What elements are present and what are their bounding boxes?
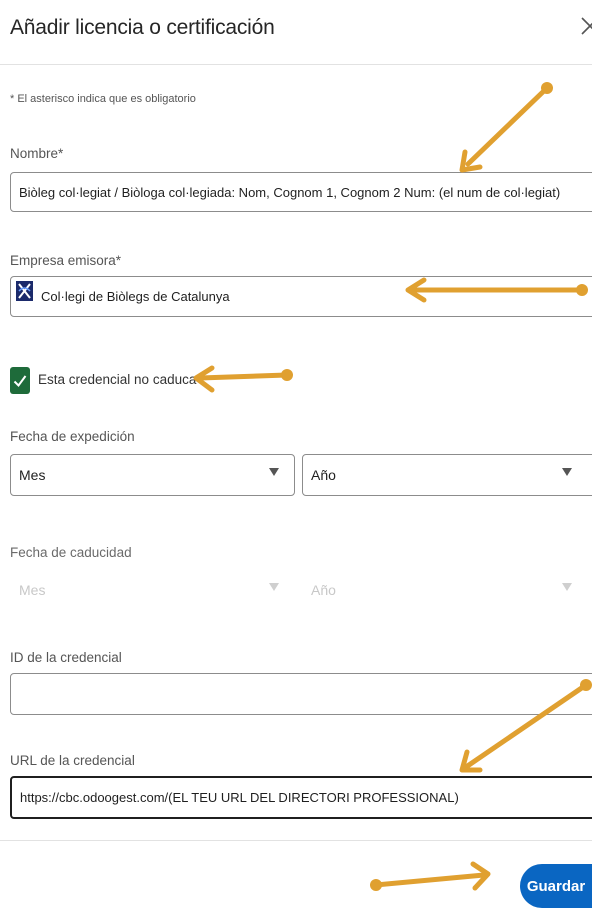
credential-url-label: URL de la credencial xyxy=(10,753,135,768)
credential-id-label: ID de la credencial xyxy=(10,650,122,665)
required-note: * El asterisco indica que es obligatorio xyxy=(10,93,196,105)
expiry-year-select: Año xyxy=(302,569,592,611)
issuer-input-value: Col·legi de Biòlegs de Catalunya xyxy=(41,289,230,304)
arrow-to-no-expiry-checkbox xyxy=(193,365,290,393)
issue-month-select[interactable]: Mes xyxy=(10,454,295,496)
arrow-tail-dot xyxy=(541,82,553,94)
header-divider xyxy=(0,64,592,65)
issuer-logo-icon xyxy=(16,281,33,301)
credential-id-input[interactable] xyxy=(10,673,592,715)
name-input[interactable]: Biòleg col·legiat / Biòloga col·legiada:… xyxy=(10,172,592,212)
issue-year-select[interactable]: Año xyxy=(302,454,592,496)
name-label: Nombre* xyxy=(10,146,64,161)
name-input-value: Biòleg col·legiat / Biòloga col·legiada:… xyxy=(19,184,561,200)
issuer-label: Empresa emisora* xyxy=(10,253,122,268)
issue-year-value: Año xyxy=(311,467,336,483)
expiry-year-value: Año xyxy=(311,582,336,598)
close-icon xyxy=(581,17,592,35)
expiry-date-label: Fecha de caducidad xyxy=(10,545,132,560)
caret-down-icon xyxy=(269,468,279,476)
no-expiry-label[interactable]: Esta credencial no caduca xyxy=(38,372,196,387)
arrow-to-name-field xyxy=(459,85,550,173)
arrow-to-save-button xyxy=(373,861,491,891)
issue-date-label: Fecha de expedición xyxy=(10,429,135,444)
dialog-title: Añadir licencia o certificación xyxy=(10,16,275,39)
issue-month-value: Mes xyxy=(19,467,46,483)
credential-url-value: https://cbc.odoogest.com/(EL TEU URL DEL… xyxy=(20,790,459,805)
no-expiry-checkbox[interactable] xyxy=(10,367,30,394)
expiry-month-select: Mes xyxy=(10,569,295,611)
caret-down-icon xyxy=(562,468,572,476)
caret-down-icon xyxy=(269,583,279,591)
checkmark-icon xyxy=(13,374,27,387)
caret-down-icon xyxy=(562,583,572,591)
footer-divider xyxy=(0,840,592,841)
arrow-tail-dot xyxy=(370,879,382,891)
issuer-input[interactable]: Col·legi de Biòlegs de Catalunya xyxy=(10,276,592,317)
close-button[interactable] xyxy=(578,14,592,38)
expiry-month-value: Mes xyxy=(19,582,46,598)
save-button[interactable]: Guardar xyxy=(520,864,592,908)
credential-url-input[interactable]: https://cbc.odoogest.com/(EL TEU URL DEL… xyxy=(10,776,592,819)
arrow-tail-dot xyxy=(281,369,293,381)
